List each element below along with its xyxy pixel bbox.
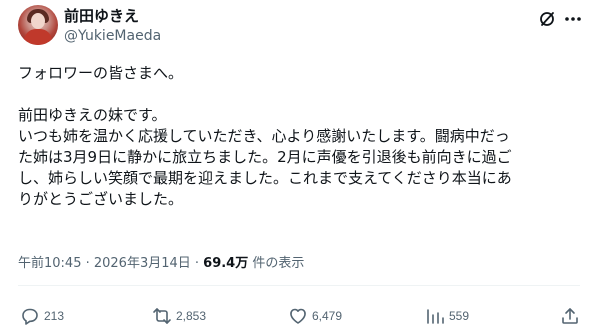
avatar-face <box>31 13 45 29</box>
post-timestamp[interactable]: 午前10:45 · 2026年3月14日 · <box>18 256 203 271</box>
like-button[interactable]: 6,479 <box>288 305 342 327</box>
post-card: 前田ゆきえ @YukieMaeda フォロワーの皆さまへ。 前田ゆきえの妹です。… <box>0 0 592 328</box>
post-views-suffix: 件の表示 <box>248 256 305 271</box>
post-meta: 午前10:45 · 2026年3月14日 · 69.4万 件の表示 <box>18 255 304 273</box>
views-count: 559 <box>449 309 470 323</box>
reply-count: 213 <box>44 309 65 323</box>
share-icon <box>560 306 580 326</box>
post-greeting: フォロワーの皆さまへ。 <box>18 64 184 82</box>
views-button[interactable]: 559 <box>425 305 469 327</box>
post-line: た姉は3月9日に静かに旅立ちました。2月に声優を引退後も前向きに過ご <box>18 148 512 166</box>
author-display-name[interactable]: 前田ゆきえ <box>64 6 139 26</box>
repost-count: 2,853 <box>176 309 207 323</box>
post-body: フォロワーの皆さまへ。 前田ゆきえの妹です。 いつも姉を温かく応援していただき、… <box>18 63 580 210</box>
avatar-dress <box>24 29 52 45</box>
post-line: りがとうございました。 <box>18 190 184 208</box>
author-handle[interactable]: @YukieMaeda <box>64 27 161 45</box>
heart-icon <box>288 306 308 326</box>
bar-chart-icon <box>425 306 445 326</box>
post-line: 前田ゆきえの妹です。 <box>18 106 167 124</box>
post-views-count: 69.4万 <box>203 256 249 271</box>
reply-icon <box>20 306 40 326</box>
post-line: し、姉らしい笑顔で最期を迎えました。これまで支えてくださり本当にあ <box>18 169 512 187</box>
post-line: いつも姉を温かく応援していただき、心より感謝いたします。闘病中だっ <box>18 127 510 145</box>
reply-button[interactable]: 213 <box>20 305 64 327</box>
grok-icon[interactable] <box>536 8 558 30</box>
share-button[interactable] <box>560 305 580 327</box>
repost-icon <box>152 306 172 326</box>
like-count: 6,479 <box>312 309 343 323</box>
divider <box>18 285 580 286</box>
more-icon[interactable] <box>562 8 584 30</box>
repost-button[interactable]: 2,853 <box>152 305 206 327</box>
avatar[interactable] <box>18 5 58 45</box>
